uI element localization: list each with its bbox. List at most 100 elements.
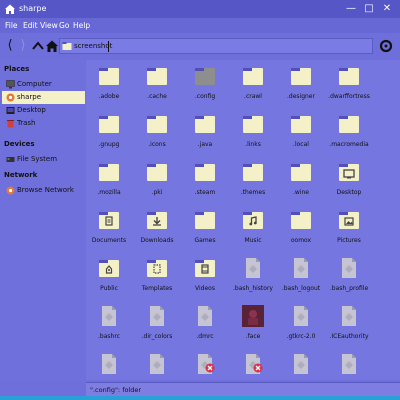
folder-item[interactable]: .cache bbox=[134, 60, 180, 106]
folder-videos-icon bbox=[194, 257, 216, 279]
folder-item[interactable]: .pki bbox=[134, 156, 180, 202]
item-label: .macromedia bbox=[329, 141, 369, 148]
go-icon[interactable] bbox=[379, 39, 393, 53]
folder-icon bbox=[194, 161, 216, 183]
folder-icon bbox=[290, 209, 312, 231]
file-item[interactable]: .dir_colors bbox=[134, 300, 180, 346]
text-file-icon bbox=[290, 305, 312, 327]
text-file-icon bbox=[290, 353, 312, 375]
folder-icon bbox=[242, 113, 264, 135]
folder-icon bbox=[290, 65, 312, 87]
folder-item[interactable]: .dwarffortress bbox=[326, 60, 372, 106]
folder-item[interactable]: .macromedia bbox=[326, 108, 372, 154]
sidebar-item-browse-network[interactable]: Browse Network bbox=[2, 184, 85, 197]
sidebar-item-sharpe[interactable]: sharpe bbox=[2, 91, 85, 104]
up-icon[interactable] bbox=[31, 38, 45, 54]
folder-icon bbox=[146, 161, 168, 183]
item-label: .ICEauthority bbox=[329, 333, 369, 340]
network-heading: Network bbox=[4, 171, 38, 179]
minimize-icon[interactable]: — bbox=[344, 2, 358, 16]
toolbar: ⟨ ⟩ screenshot bbox=[0, 33, 400, 59]
file-item[interactable] bbox=[230, 348, 276, 380]
folder-item[interactable]: Templates bbox=[134, 252, 180, 298]
menu-file[interactable]: File bbox=[5, 21, 18, 30]
folder-item[interactable]: .gnupg bbox=[86, 108, 132, 154]
back-icon[interactable]: ⟨ bbox=[3, 38, 17, 54]
sidebar-item-file-system[interactable]: File System bbox=[2, 153, 85, 166]
folder-icon bbox=[290, 113, 312, 135]
menu-view[interactable]: View bbox=[40, 21, 58, 30]
title-bar: sharpe — □ ✕ bbox=[0, 0, 400, 18]
text-file-icon bbox=[338, 257, 360, 279]
item-label: .bash_history bbox=[233, 285, 273, 292]
folder-item[interactable]: Pictures bbox=[326, 204, 372, 250]
folder-item[interactable]: Videos bbox=[182, 252, 228, 298]
folder-item[interactable]: Public bbox=[86, 252, 132, 298]
file-item[interactable]: .bash_logout bbox=[278, 252, 324, 298]
file-item[interactable]: .gtkrc-2.0 bbox=[278, 300, 324, 346]
folder-item[interactable]: .java bbox=[182, 108, 228, 154]
folder-item[interactable]: .mozilla bbox=[86, 156, 132, 202]
item-label: .cache bbox=[147, 93, 167, 100]
menu-go[interactable]: Go bbox=[59, 21, 69, 30]
folder-icon bbox=[98, 65, 120, 87]
item-label: .face bbox=[245, 333, 261, 340]
sidebar-item-label: Desktop bbox=[17, 106, 46, 114]
folder-item[interactable]: .icons bbox=[134, 108, 180, 154]
folder-icon bbox=[338, 65, 360, 87]
menu-help[interactable]: Help bbox=[73, 21, 90, 30]
maximize-icon[interactable]: □ bbox=[362, 2, 376, 16]
places-heading: Places bbox=[4, 65, 30, 73]
folder-item[interactable]: oomox bbox=[278, 204, 324, 250]
file-grid[interactable]: .adobe .cache .config .crawl .designer .dwarf… bbox=[86, 60, 400, 380]
location-path[interactable]: screenshot bbox=[74, 42, 112, 50]
folder-item[interactable]: Music bbox=[230, 204, 276, 250]
text-file-icon bbox=[146, 353, 168, 375]
file-item[interactable] bbox=[278, 348, 324, 380]
computer-icon bbox=[6, 80, 15, 89]
sidebar-item-trash[interactable]: Trash bbox=[2, 117, 85, 130]
file-item[interactable]: .bash_profile bbox=[326, 252, 372, 298]
file-item[interactable]: .bash_history bbox=[230, 252, 276, 298]
file-item[interactable]: .bashrc bbox=[86, 300, 132, 346]
file-item[interactable] bbox=[326, 348, 372, 380]
text-file-icon bbox=[98, 305, 120, 327]
folder-item[interactable]: .designer bbox=[278, 60, 324, 106]
folder-item[interactable]: .themes bbox=[230, 156, 276, 202]
sidebar: Places Computer sharpe Desktop Trash Dev… bbox=[0, 60, 85, 382]
folder-desktop-icon bbox=[338, 161, 360, 183]
item-label: .icons bbox=[148, 141, 166, 148]
folder-item[interactable]: Games bbox=[182, 204, 228, 250]
file-item[interactable] bbox=[134, 348, 180, 380]
folder-item[interactable]: .config bbox=[182, 60, 228, 106]
file-item[interactable]: .face bbox=[230, 300, 276, 346]
devices-heading: Devices bbox=[4, 140, 35, 148]
status-bar: ".config": folder bbox=[86, 382, 400, 396]
sidebar-item-computer[interactable]: Computer bbox=[2, 78, 85, 91]
folder-item[interactable]: .adobe bbox=[86, 60, 132, 106]
user-home-icon bbox=[6, 93, 15, 102]
folder-item[interactable]: Documents bbox=[86, 204, 132, 250]
folder-item[interactable]: Desktop bbox=[326, 156, 372, 202]
network-icon bbox=[6, 186, 15, 195]
home-button-icon[interactable] bbox=[45, 38, 59, 54]
close-icon[interactable]: ✕ bbox=[380, 2, 394, 16]
file-item[interactable]: .ICEauthority bbox=[326, 300, 372, 346]
file-item[interactable] bbox=[86, 348, 132, 380]
folder-public-icon bbox=[98, 257, 120, 279]
folder-item[interactable]: Downloads bbox=[134, 204, 180, 250]
file-item[interactable] bbox=[182, 348, 228, 380]
folder-item[interactable]: .wine bbox=[278, 156, 324, 202]
forward-icon[interactable]: ⟩ bbox=[16, 38, 30, 54]
folder-item[interactable]: .local bbox=[278, 108, 324, 154]
folder-item[interactable]: .steam bbox=[182, 156, 228, 202]
folder-item[interactable]: .links bbox=[230, 108, 276, 154]
file-item[interactable]: .dmrc bbox=[182, 300, 228, 346]
menu-edit[interactable]: Edit bbox=[23, 21, 38, 30]
folder-item[interactable]: .crawl bbox=[230, 60, 276, 106]
folder-icon bbox=[194, 113, 216, 135]
broken-link-file-icon bbox=[242, 353, 264, 375]
sidebar-item-desktop[interactable]: Desktop bbox=[2, 104, 85, 117]
location-bar[interactable]: screenshot bbox=[59, 38, 373, 54]
folder-documents-icon bbox=[98, 209, 120, 231]
